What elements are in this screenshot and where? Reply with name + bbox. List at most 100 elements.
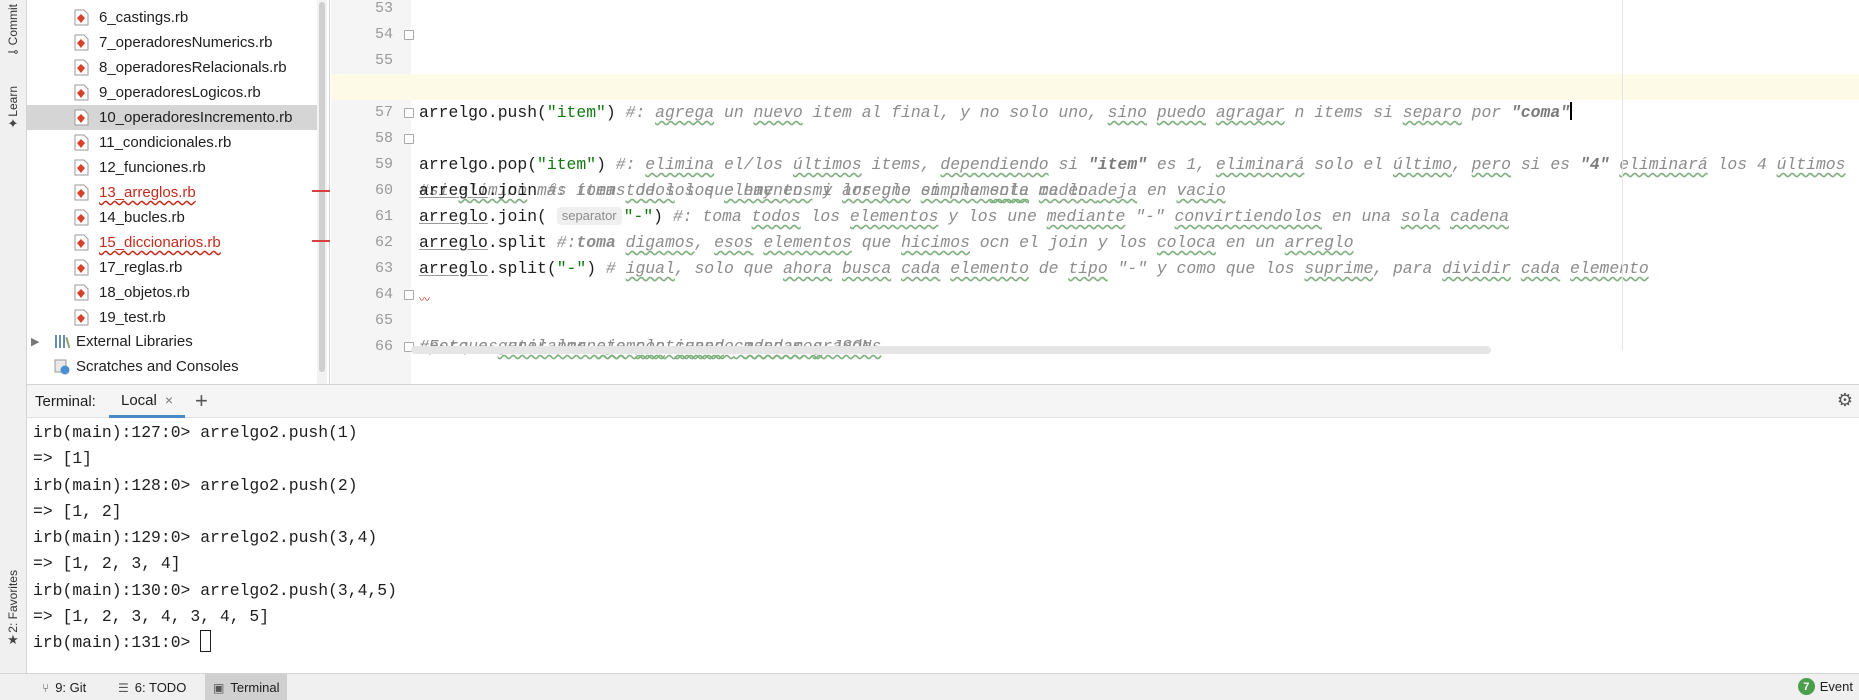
tool-tab-git[interactable]: ⑂ 9: Git: [34, 674, 94, 700]
tree-file-item[interactable]: 6_castings.rb: [27, 5, 319, 30]
terminal-line: => [1, 2, 3, 4, 3, 4, 5]: [33, 607, 270, 627]
ruby-file-icon: [74, 9, 89, 26]
tree-file-item[interactable]: 9_operadoresLogicos.rb: [27, 80, 319, 105]
tree-file-label: 8_operadoresRelacionals.rb: [99, 59, 287, 76]
libraries-icon: [54, 334, 71, 349]
tab-local[interactable]: Local ×: [109, 385, 186, 418]
tree-file-item[interactable]: 8_operadoresRelacionals.rb: [27, 55, 319, 80]
tree-file-item[interactable]: 17_reglas.rb: [27, 255, 319, 280]
tree-file-item[interactable]: 18_objetos.rb: [27, 280, 319, 305]
learn-icon: ✦: [7, 115, 19, 131]
code-line-65[interactable]: #porque generalmenete contienen cadenas …: [331, 308, 1859, 356]
right-margin-guide: [1622, 0, 1623, 350]
ruby-file-icon: [74, 109, 89, 126]
tree-file-item[interactable]: 14_bucles.rb: [27, 205, 319, 230]
code-line-55[interactable]: arrelgo.include?("Texto") #: true: [331, 48, 1859, 96]
tree-file-label: 19_test.rb: [99, 309, 166, 326]
tree-item-label: Scratches and Consoles: [76, 358, 239, 375]
terminal-line: => [1, 2, 3, 4]: [33, 554, 181, 574]
terminal-prompt: irb(main):131:0>: [33, 633, 201, 653]
terminal-output[interactable]: irb(main):127:0> arrelgo2.push(1) => [1] i…: [33, 420, 1833, 657]
code-line-63[interactable]: 〰: [331, 256, 1859, 307]
tree-item-scratches[interactable]: Scratches and Consoles: [27, 354, 319, 379]
tree-file-label: 15_diccionarios.rb: [99, 234, 221, 251]
code-line-62[interactable]: arreglo.split("-") # igual, solo que aho…: [331, 230, 1859, 278]
tree-item-external-libraries[interactable]: ▶ External Libraries: [27, 329, 319, 354]
expand-arrow-icon[interactable]: ▶: [31, 335, 39, 348]
tool-tab-terminal[interactable]: ▣ Terminal: [205, 674, 288, 700]
tree-file-label: 13_arreglos.rb: [99, 184, 196, 201]
tree-file-item[interactable]: 19_test.rb: [27, 305, 319, 330]
star-icon: ★: [7, 631, 19, 647]
code-line-57[interactable]: arrelgo.pop("item") #: elimina el/los úl…: [331, 100, 1859, 174]
commit-tool-tab[interactable]: Commit ⊸: [2, 4, 24, 59]
learn-tool-label: Learn: [6, 86, 20, 117]
code-editor[interactable]: 5354555657585960616263646566 #----------…: [331, 0, 1859, 384]
event-log-button[interactable]: 7 Event: [1797, 678, 1853, 695]
tree-scrollbar[interactable]: [317, 0, 327, 384]
ruby-file-icon: [74, 34, 89, 51]
terminal-line: => [1]: [33, 449, 93, 469]
tree-file-label: 11_condicionales.rb: [99, 134, 232, 151]
tree-scrollbar-thumb[interactable]: [319, 2, 325, 372]
terminal-panel: Terminal: Local × + ⚙ irb(main):127:0> a…: [27, 384, 1859, 673]
status-bar: ⑂ 9: Git ☰ 6: TODO ▣ Terminal 7 Event: [0, 673, 1859, 700]
tree-file-label: 12_funciones.rb: [99, 159, 206, 176]
terminal-icon: ▣: [213, 680, 225, 695]
terminal-title: Terminal:: [35, 393, 96, 410]
tree-file-item[interactable]: 13_arreglos.rb: [27, 180, 319, 205]
tree-file-item[interactable]: 10_operadoresIncremento.rb: [27, 105, 319, 130]
ruby-file-icon: [74, 159, 89, 176]
project-tree: 6_castings.rb 7_operadoresNumerics.rb 8_op…: [27, 0, 330, 384]
event-log-label: Event: [1819, 679, 1853, 694]
close-icon[interactable]: ×: [165, 392, 173, 408]
code-line-56[interactable]: arrelgo.push("item") #: agrega un nuevo …: [331, 74, 1859, 122]
tree-file-label: 10_operadoresIncremento.rb: [99, 109, 293, 126]
code-line-61[interactable]: arreglo.split #:toma digamos, esos eleme…: [331, 204, 1859, 252]
commit-tool-label: Commit: [6, 4, 20, 46]
favorites-tool-tab[interactable]: 2: Favorites ★: [2, 570, 24, 647]
commit-icon: ⊸: [7, 44, 19, 60]
tree-file-item[interactable]: 15_diccionarios.rb: [27, 230, 319, 255]
fold-marker-icon[interactable]: [404, 108, 414, 118]
tab-local-label: Local: [121, 391, 157, 409]
terminal-line: irb(main):128:0> arrelgo2.push(2): [33, 475, 358, 495]
event-log-icon: 7: [1797, 678, 1815, 695]
terminal-header: Terminal: Local × + ⚙: [27, 385, 1859, 418]
tool-tab-todo-label: 6: TODO: [134, 680, 187, 695]
tree-file-label: 7_operadoresNumerics.rb: [99, 34, 273, 51]
gear-icon[interactable]: ⚙: [1837, 390, 1853, 411]
tree-file-label: 9_operadoresLogicos.rb: [99, 84, 261, 101]
tree-item-label: External Libraries: [76, 333, 193, 350]
learn-tool-tab[interactable]: Learn ✦: [2, 86, 24, 131]
fold-marker-icon[interactable]: [404, 290, 414, 300]
fold-marker-icon[interactable]: [404, 134, 414, 144]
tool-tab-todo[interactable]: ☰ 6: TODO: [110, 674, 194, 700]
tree-file-label: 18_objetos.rb: [99, 284, 190, 301]
editor-horizontal-scrollbar[interactable]: [411, 346, 1491, 354]
tree-file-item[interactable]: 7_operadoresNumerics.rb: [27, 30, 319, 55]
code-line-60[interactable]: arreglo.join( separator "-") #: toma todo…: [331, 178, 1859, 226]
tool-tab-terminal-label: Terminal: [230, 680, 280, 695]
favorites-tool-label: 2: Favorites: [6, 570, 20, 633]
code-line-54[interactable]: #-----------Elementos de mi arreglo: [331, 22, 1859, 96]
scratches-icon: [54, 359, 70, 375]
ruby-file-icon: [74, 259, 89, 276]
code-line-64[interactable]: #Esto es util por ejemplo cuando mandamo…: [331, 282, 1859, 356]
terminal-prompt-line[interactable]: irb(main):131:0>: [33, 630, 1833, 656]
tool-tab-git-label: 9: Git: [55, 680, 87, 695]
ruby-file-icon: [74, 309, 89, 326]
git-branch-icon: ⑂: [42, 680, 50, 695]
terminal-line: => [1, 2]: [33, 501, 122, 521]
tree-file-item[interactable]: 12_funciones.rb: [27, 155, 319, 180]
tree-file-label: 6_castings.rb: [99, 9, 189, 26]
ruby-file-icon: [74, 209, 89, 226]
code-line-58[interactable]: #si elimino más items de los que hay en …: [331, 126, 1859, 200]
left-tool-strip: Commit ⊸ Learn ✦ 2: Favorites ★: [0, 0, 27, 673]
new-session-button[interactable]: +: [195, 388, 208, 414]
fold-marker-icon[interactable]: [404, 30, 414, 40]
list-icon: ☰: [118, 680, 129, 695]
code-line-59[interactable]: arreglo.join #: toma todos los elementos…: [331, 152, 1859, 200]
tree-file-item[interactable]: 11_condicionales.rb: [27, 130, 319, 155]
ruby-file-icon: [74, 134, 89, 151]
